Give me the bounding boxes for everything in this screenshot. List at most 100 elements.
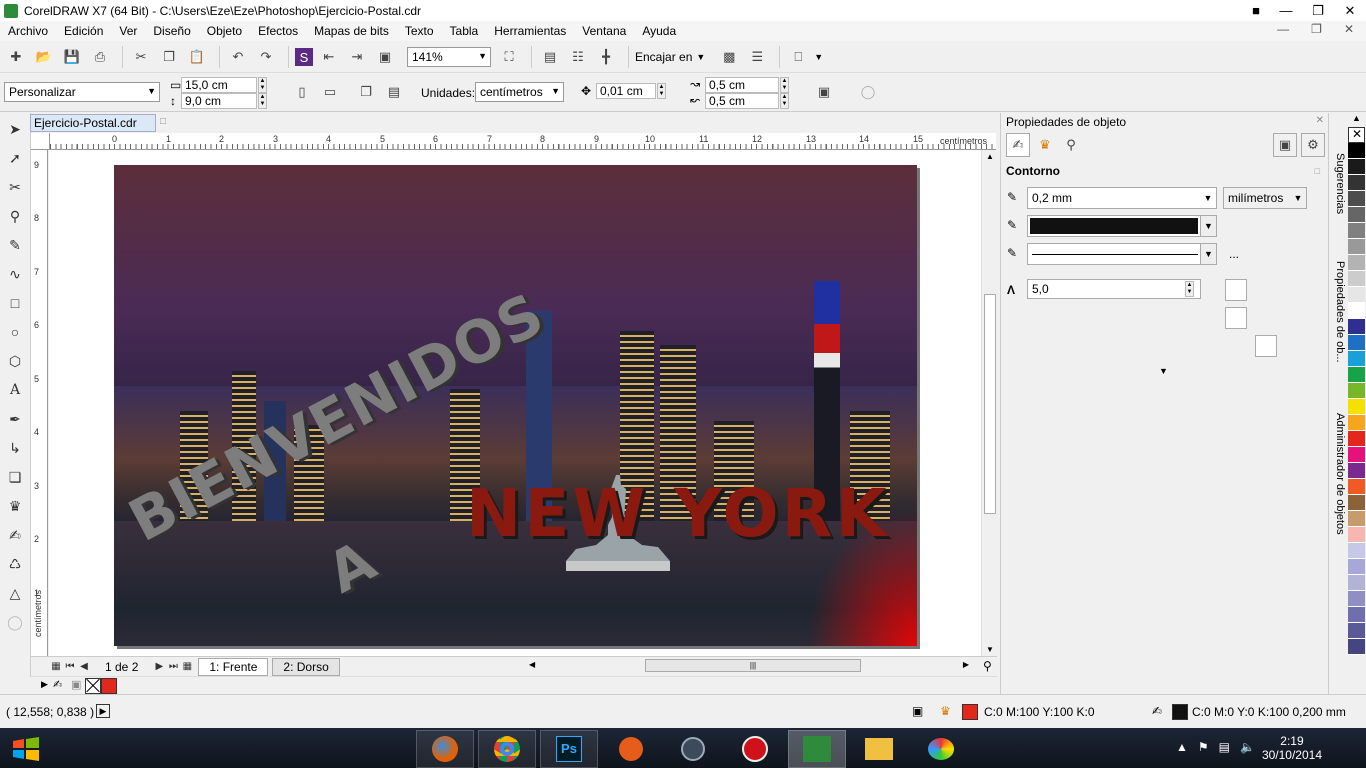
snap-status-icon[interactable]: ▣ <box>912 704 923 718</box>
scroll-right-icon[interactable]: ▶ <box>963 660 969 669</box>
duplicate-x-stepper[interactable]: ▲ ▼ <box>780 77 789 93</box>
status-play-icon[interactable]: ▶ <box>96 704 110 718</box>
palette-color-swatch[interactable] <box>1348 575 1365 591</box>
paint-taskbar-icon[interactable] <box>912 730 970 768</box>
document-tab[interactable]: Ejercicio-Postal.cdr <box>30 114 156 132</box>
smart-fill-icon[interactable]: △ <box>2 580 28 606</box>
expand-section-icon[interactable]: ▼ <box>1159 366 1168 376</box>
snap-to-dropdown[interactable]: Encajar en <box>635 50 692 64</box>
scroll-down-icon[interactable]: ▼ <box>986 645 994 654</box>
palette-color-swatch[interactable] <box>1348 591 1365 607</box>
crop-tool-icon[interactable]: ✂ <box>2 174 28 200</box>
treat-as-filled-icon[interactable]: ▣ <box>812 80 836 104</box>
print-icon[interactable]: ⎙ <box>88 45 112 69</box>
palette-color-swatch[interactable] <box>1348 303 1365 319</box>
nudge-distance-stepper[interactable]: ▲ ▼ <box>657 83 666 99</box>
network-icon[interactable]: ▤ <box>1219 740 1230 754</box>
text-tool-icon[interactable]: A <box>2 377 28 403</box>
scroll-left-icon[interactable]: ◀ <box>529 660 535 669</box>
bevel-corner-button[interactable] <box>1285 279 1307 301</box>
import-icon[interactable]: ⇤ <box>317 45 341 69</box>
save-icon[interactable]: 💾 <box>60 45 84 69</box>
palette-color-swatch[interactable] <box>1348 623 1365 639</box>
zoom-tool-icon[interactable]: ⚲ <box>2 203 28 229</box>
freehand-tool-icon[interactable]: ✎ <box>2 232 28 258</box>
search-content-icon[interactable]: S <box>295 48 313 66</box>
scroll-up-icon[interactable]: ▲ <box>986 152 994 161</box>
previous-page-icon[interactable]: ◀ <box>77 661 91 672</box>
close-button[interactable]: ✕ <box>1334 0 1366 21</box>
doc-minimize-icon[interactable]: — <box>1269 22 1297 36</box>
undo-icon[interactable]: ↶ <box>226 45 250 69</box>
palette-color-swatch[interactable] <box>1348 399 1365 415</box>
open-folder-icon[interactable]: 📂 <box>32 45 56 69</box>
menu-objeto[interactable]: Objeto <box>199 24 250 38</box>
palette-color-swatch[interactable] <box>1348 287 1365 303</box>
center-position-button[interactable] <box>1255 335 1277 357</box>
landscape-orientation-icon[interactable]: ▭ <box>318 80 342 104</box>
miter-limit-input[interactable]: 5,0 <box>1027 279 1201 299</box>
menu-diseno[interactable]: Diseño <box>145 24 198 38</box>
tab-sugerencias[interactable]: Sugerencias <box>1330 153 1346 214</box>
portrait-orientation-icon[interactable]: ▯ <box>290 80 314 104</box>
miter-corner-button[interactable] <box>1225 279 1247 301</box>
square-cap-button[interactable] <box>1285 307 1307 329</box>
first-page-icon[interactable]: ⏮ <box>63 661 77 672</box>
current-page-icon[interactable]: ▤ <box>382 80 406 104</box>
publish-pdf-icon[interactable]: ▣ <box>373 45 397 69</box>
menu-herramientas[interactable]: Herramientas <box>486 24 574 38</box>
menu-ventana[interactable]: Ventana <box>574 24 634 38</box>
nudge-distance-input[interactable]: 0,01 cm <box>596 83 656 99</box>
palette-expand-icon[interactable]: ▶ <box>41 679 48 690</box>
menu-archivo[interactable]: Archivo <box>0 24 56 38</box>
line-style-combo[interactable]: ▼ <box>1027 243 1217 265</box>
palette-color-swatch[interactable] <box>1348 143 1365 159</box>
firefox-taskbar-icon[interactable] <box>416 730 474 768</box>
show-rulers-icon[interactable]: ▤ <box>538 45 562 69</box>
page-width-stepper[interactable]: ▲ ▼ <box>258 77 267 93</box>
welcome-screen-icon[interactable]: ▩ <box>717 45 741 69</box>
docker-options-icon[interactable]: ⚙ <box>1301 133 1325 157</box>
application-launcher-icon[interactable]: ⎕ <box>786 45 810 69</box>
palette-color-swatch[interactable] <box>1348 479 1365 495</box>
parallel-dimension-icon[interactable]: ✒ <box>2 406 28 432</box>
palette-color-swatch[interactable] <box>1348 255 1365 271</box>
outside-position-button[interactable] <box>1225 335 1247 357</box>
palette-color-swatch[interactable] <box>1348 527 1365 543</box>
red-swatch[interactable] <box>101 677 117 694</box>
palette-color-swatch[interactable] <box>1348 367 1365 383</box>
new-tab-icon[interactable]: □ <box>160 116 166 127</box>
file-explorer-taskbar-icon[interactable] <box>850 730 908 768</box>
tray-expand-icon[interactable]: ▲ <box>1176 740 1188 754</box>
palette-color-swatch[interactable] <box>1348 543 1365 559</box>
menu-tabla[interactable]: Tabla <box>442 24 487 38</box>
photoshop-taskbar-icon[interactable]: Ps <box>540 730 598 768</box>
outline-color-picker[interactable]: ▼ <box>1027 215 1217 237</box>
horizontal-scroll-thumb[interactable]: ||| <box>645 659 861 672</box>
menu-efectos[interactable]: Efectos <box>250 24 306 38</box>
options-icon[interactable]: ☰ <box>745 45 769 69</box>
minimize-button[interactable]: — <box>1270 0 1302 21</box>
drop-shadow-icon[interactable]: ❏ <box>2 464 28 490</box>
palette-color-swatch[interactable] <box>1348 415 1365 431</box>
quick-customize-icon[interactable]: ◯ <box>856 80 880 104</box>
palette-color-swatch[interactable] <box>1348 447 1365 463</box>
last-page-icon[interactable]: ⏭ <box>166 661 180 672</box>
menu-edicion[interactable]: Edición <box>56 24 111 38</box>
palette-color-swatch[interactable] <box>1348 319 1365 335</box>
no-fill-swatch[interactable]: ✕ <box>1348 127 1365 143</box>
round-corner-button[interactable] <box>1255 279 1277 301</box>
pick-tool-icon[interactable]: ➤ <box>2 116 28 142</box>
maximize-button[interactable]: ❐ <box>1302 0 1334 21</box>
duplicate-x-input[interactable]: 0,5 cm <box>705 77 779 93</box>
palette-color-swatch[interactable] <box>1348 159 1365 175</box>
tab-administrador-de-objetos[interactable]: Administrador de objetos <box>1330 413 1346 535</box>
artwork-text-new-york[interactable]: NEW YORK <box>466 475 890 552</box>
vertical-scroll-thumb[interactable] <box>984 294 996 514</box>
palette-color-swatch[interactable] <box>1348 559 1365 575</box>
palette-color-swatch[interactable] <box>1348 431 1365 447</box>
inside-position-button[interactable] <box>1285 335 1307 357</box>
more-line-styles-button[interactable]: ... <box>1229 247 1239 261</box>
miter-limit-stepper[interactable]: ▲ ▼ <box>1185 281 1194 297</box>
no-color-swatch[interactable] <box>85 677 101 694</box>
